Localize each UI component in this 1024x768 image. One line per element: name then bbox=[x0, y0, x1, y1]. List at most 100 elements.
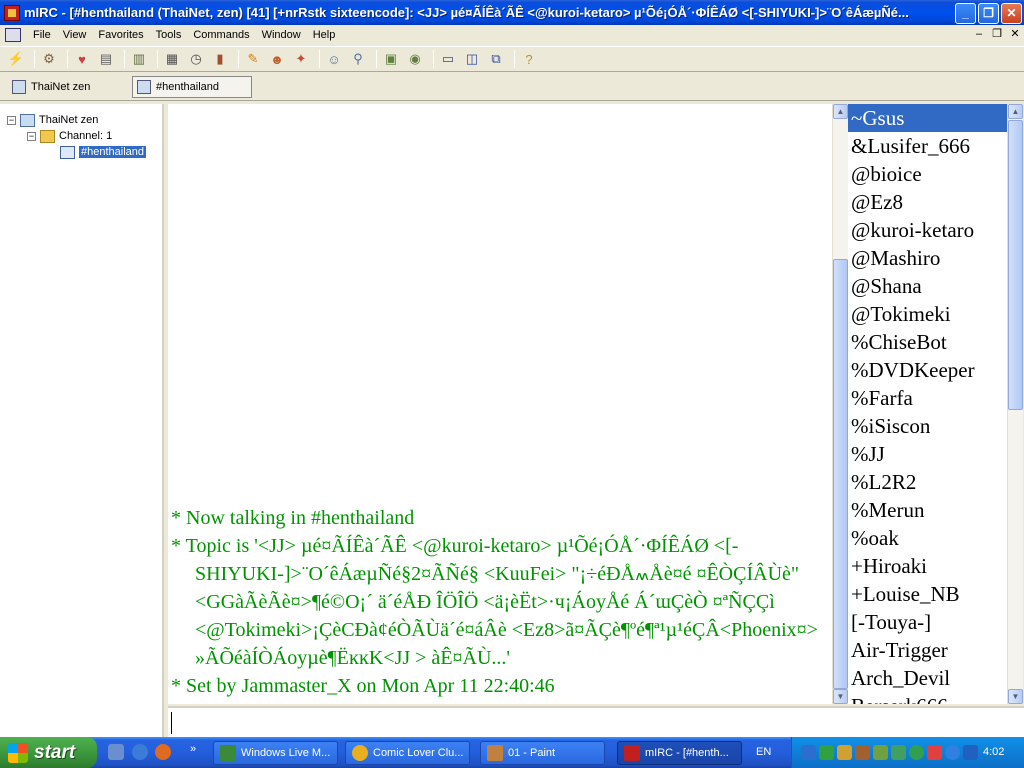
nick-item[interactable]: @kuroi-ketaro bbox=[848, 216, 1007, 244]
nicklist-scrollbar[interactable]: ▲ ▼ bbox=[1007, 104, 1023, 704]
nick-item[interactable]: %DVDKeeper bbox=[848, 356, 1007, 384]
taskbar-item-windows-live[interactable]: Windows Live M... bbox=[213, 741, 338, 765]
taskbar-item-label: mIRC - [#henth... bbox=[645, 747, 729, 759]
mdi-minimize-icon[interactable]: – bbox=[972, 27, 986, 41]
network-tray-icon[interactable] bbox=[801, 745, 816, 760]
message-input[interactable] bbox=[168, 706, 1024, 737]
app-tray-icon[interactable] bbox=[873, 745, 888, 760]
taskbar-item-comic-lover[interactable]: Comic Lover Clu... bbox=[345, 741, 470, 765]
taskbar-item-mirc[interactable]: mIRC - [#henth... bbox=[617, 741, 742, 765]
options-icon[interactable]: ⚙ bbox=[39, 49, 59, 69]
tree-network-node[interactable]: − ThaiNet zen bbox=[7, 112, 98, 128]
send-file-icon[interactable]: ✎ bbox=[243, 49, 263, 69]
quicklaunch-chevron-icon[interactable]: » bbox=[190, 743, 196, 755]
minimize-button[interactable]: _ bbox=[955, 3, 976, 24]
treebar: − ThaiNet zen − Channel: 1 #henthailand bbox=[0, 104, 164, 737]
tree-channel-node[interactable]: #henthailand bbox=[60, 144, 147, 160]
app-tray-icon[interactable] bbox=[927, 745, 942, 760]
colors-icon[interactable]: ▮ bbox=[210, 49, 230, 69]
show-desktop-icon[interactable] bbox=[108, 744, 124, 760]
mdi-close-icon[interactable]: ✕ bbox=[1008, 27, 1022, 41]
close-button[interactable]: ✕ bbox=[1001, 3, 1022, 24]
menu-view[interactable]: View bbox=[57, 29, 93, 41]
nick-item[interactable]: @Shana bbox=[848, 272, 1007, 300]
notify-list-icon[interactable]: ☺ bbox=[324, 49, 344, 69]
menu-commands[interactable]: Commands bbox=[187, 29, 255, 41]
nicklist-scroll-thumb[interactable] bbox=[1008, 120, 1023, 410]
timer-icon[interactable]: ◷ bbox=[186, 49, 206, 69]
cascade-icon[interactable]: ▭ bbox=[438, 49, 458, 69]
nick-item[interactable]: @Ez8 bbox=[848, 188, 1007, 216]
firefox-icon[interactable] bbox=[155, 744, 171, 760]
nick-item[interactable]: %iSiscon bbox=[848, 412, 1007, 440]
scroll-up-icon[interactable]: ▲ bbox=[833, 104, 848, 119]
chat-dcc-icon[interactable]: ☻ bbox=[267, 49, 287, 69]
log-files-icon[interactable]: ▣ bbox=[381, 49, 401, 69]
file-server-icon[interactable]: ✦ bbox=[291, 49, 311, 69]
channel-list-icon[interactable]: ▤ bbox=[96, 49, 116, 69]
nick-item[interactable]: @Mashiro bbox=[848, 244, 1007, 272]
scroll-up-icon[interactable]: ▲ bbox=[1008, 104, 1023, 119]
taskbar-item-paint[interactable]: 01 - Paint bbox=[480, 741, 605, 765]
nick-item[interactable]: +Louise_NB bbox=[848, 580, 1007, 608]
nick-item[interactable]: Berserk666 bbox=[848, 692, 1007, 704]
scroll-down-icon[interactable]: ▼ bbox=[1008, 689, 1023, 704]
app-tray-icon[interactable] bbox=[891, 745, 906, 760]
internet-explorer-icon[interactable] bbox=[132, 744, 148, 760]
help-icon[interactable]: ? bbox=[519, 49, 539, 69]
switchbar-channel-button[interactable]: #henthailand bbox=[132, 76, 252, 98]
nick-item[interactable]: %ChiseBot bbox=[848, 328, 1007, 356]
mdi-window-icon[interactable] bbox=[5, 28, 21, 42]
mdi-restore-icon[interactable]: ❐ bbox=[990, 27, 1004, 41]
nick-item[interactable]: +Hiroaki bbox=[848, 552, 1007, 580]
scroll-down-icon[interactable]: ▼ bbox=[833, 689, 848, 704]
nick-item[interactable]: %Farfa bbox=[848, 384, 1007, 412]
tile-vertical-icon[interactable]: ⧉ bbox=[486, 49, 506, 69]
maximize-button[interactable]: ❐ bbox=[978, 3, 999, 24]
nick-item[interactable]: @Tokimeki bbox=[848, 300, 1007, 328]
nick-item[interactable]: %Merun bbox=[848, 496, 1007, 524]
address-book-icon[interactable]: ▦ bbox=[162, 49, 182, 69]
start-button[interactable]: start bbox=[0, 737, 97, 768]
connect-icon[interactable]: ⚡ bbox=[6, 49, 26, 69]
nick-item[interactable]: @bioice bbox=[848, 160, 1007, 188]
scripts-editor-icon[interactable]: ▥ bbox=[129, 49, 149, 69]
switchbar-network-button[interactable]: ThaiNet zen bbox=[8, 76, 118, 98]
collapse-icon[interactable]: − bbox=[7, 115, 16, 125]
menu-file[interactable]: File bbox=[27, 29, 57, 41]
app-tray-icon[interactable] bbox=[963, 745, 978, 760]
menu-help[interactable]: Help bbox=[307, 29, 342, 41]
nick-item[interactable]: ~Gsus bbox=[848, 104, 1007, 132]
language-indicator[interactable]: EN bbox=[756, 746, 771, 758]
chat-line: * Topic is '<JJ> µé¤ÃÍÊà´ÃÊ <@kuroi-keta… bbox=[171, 535, 818, 669]
menu-tools[interactable]: Tools bbox=[150, 29, 188, 41]
menu-window[interactable]: Window bbox=[256, 29, 307, 41]
received-files-icon[interactable]: ◉ bbox=[405, 49, 425, 69]
menu-bar: File View Favorites Tools Commands Windo… bbox=[0, 25, 1024, 45]
app-tray-icon[interactable] bbox=[855, 745, 870, 760]
clock: 4:02 bbox=[983, 746, 1005, 758]
messenger-tray-icon[interactable] bbox=[837, 745, 852, 760]
nick-item[interactable]: Arch_Devil bbox=[848, 664, 1007, 692]
network-icon bbox=[12, 80, 26, 94]
chat-window[interactable]: * Now talking in #henthailand * Topic is… bbox=[168, 104, 832, 704]
menu-favorites[interactable]: Favorites bbox=[92, 29, 149, 41]
nick-item[interactable]: %oak bbox=[848, 524, 1007, 552]
nick-item[interactable]: [-Touya-] bbox=[848, 608, 1007, 636]
nick-item[interactable]: %JJ bbox=[848, 440, 1007, 468]
nick-item[interactable]: &Lusifer_666 bbox=[848, 132, 1007, 160]
nick-item[interactable]: %L2R2 bbox=[848, 468, 1007, 496]
favorites-icon[interactable]: ♥ bbox=[72, 49, 92, 69]
chat-scroll-thumb[interactable] bbox=[833, 259, 848, 689]
url-catcher-icon[interactable]: ⚲ bbox=[348, 49, 368, 69]
nick-item[interactable]: Air-Trigger bbox=[848, 636, 1007, 664]
tile-horizontal-icon[interactable]: ◫ bbox=[462, 49, 482, 69]
tree-folder-node[interactable]: − Channel: 1 bbox=[27, 128, 112, 144]
collapse-icon[interactable]: − bbox=[27, 131, 36, 141]
app-tray-icon[interactable] bbox=[945, 745, 960, 760]
security-tray-icon[interactable] bbox=[819, 745, 834, 760]
mirc-app-icon[interactable] bbox=[4, 4, 20, 21]
taskbar-item-label: 01 - Paint bbox=[508, 747, 556, 759]
chat-scrollbar[interactable]: ▲ ▼ bbox=[832, 104, 848, 704]
utorrent-tray-icon[interactable] bbox=[909, 745, 924, 760]
